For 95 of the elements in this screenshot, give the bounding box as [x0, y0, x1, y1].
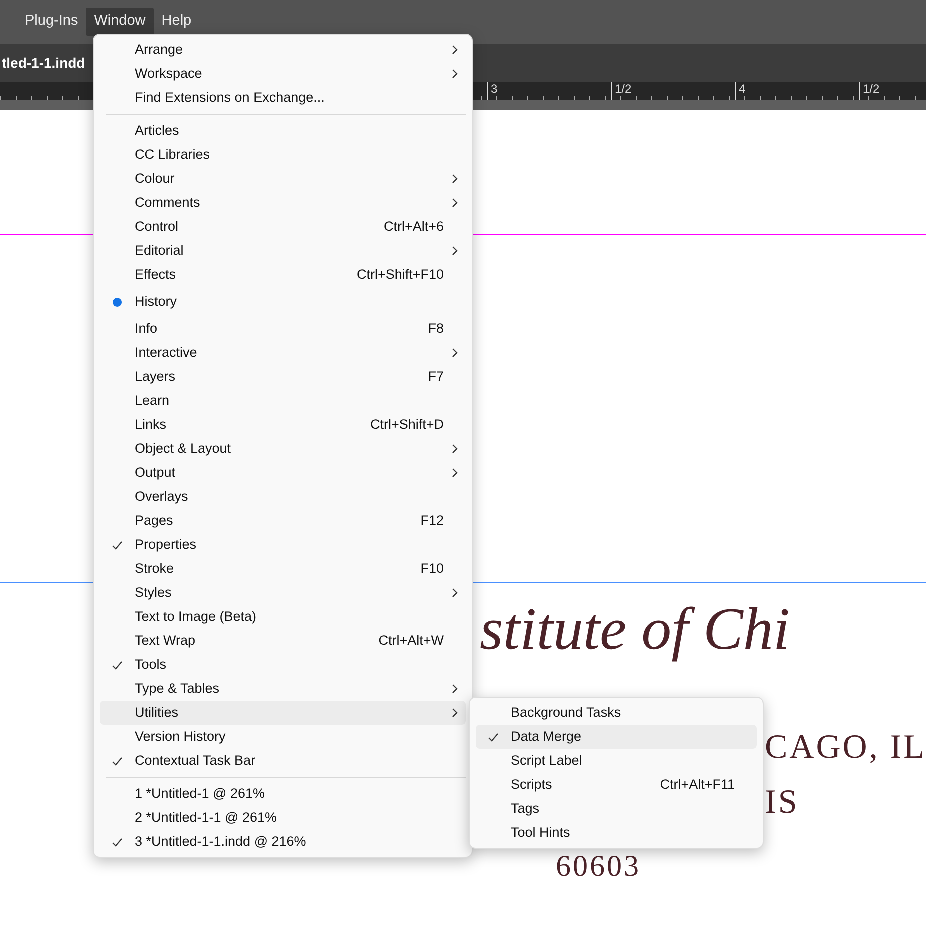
script-text: stitute of Chi	[480, 596, 790, 662]
menu-item-label: History	[135, 292, 178, 311]
zip-text: 60603	[556, 852, 641, 882]
shortcut-text: F12	[420, 512, 444, 530]
menu-item-label: Colour	[135, 170, 176, 188]
menu-item-label: Workspace	[135, 64, 204, 83]
menu-item-label: Background Tasks	[511, 704, 622, 722]
menu-item[interactable]: Colour	[100, 167, 466, 191]
menu-item[interactable]: Script Label	[476, 749, 757, 773]
menu-item[interactable]: Properties	[100, 533, 466, 557]
shortcut-text: Ctrl+Alt+F11	[660, 776, 735, 794]
menu-item[interactable]: Plug-Ins	[17, 8, 86, 36]
menu-item-label: Links	[135, 416, 168, 434]
menu-item[interactable]: Text Wrap Ctrl+Alt+W	[100, 629, 466, 653]
menu-item-label: Comments	[135, 194, 202, 212]
menu-item-label: Script Label	[511, 752, 584, 770]
menu-item[interactable]: Help	[154, 8, 200, 36]
menu-item-label: Output	[135, 464, 177, 482]
menu-item-label: Text Wrap	[135, 632, 197, 650]
shortcut-text: F10	[420, 560, 444, 578]
menu-item[interactable]: Styles	[100, 581, 466, 605]
menu-item[interactable]: Scripts Ctrl+Alt+F11	[476, 773, 757, 797]
document-tab[interactable]: tled-1-1.indd	[2, 52, 86, 74]
menu-item-label: Utilities	[135, 704, 180, 722]
address-text: CAGO, IL	[765, 728, 926, 768]
menu-item-label: Pages	[135, 512, 174, 530]
menu-item[interactable]: Tags	[476, 797, 757, 821]
shortcut-text: F7	[428, 368, 444, 386]
menu-item-label: Interactive	[135, 344, 198, 362]
menu-item[interactable]: Layers F7	[100, 365, 466, 389]
menu-item[interactable]: Workspace	[100, 62, 466, 86]
shortcut-text: Ctrl+Shift+F10	[356, 266, 444, 284]
menu-item-label: 3 *Untitled-1-1.indd @ 216%	[135, 832, 308, 851]
menu-item[interactable]: Editorial	[100, 239, 466, 263]
menu-item[interactable]: Data Merge	[476, 725, 757, 749]
menu-item[interactable]: Info F8	[100, 317, 466, 341]
menu-item[interactable]: Output	[100, 461, 466, 485]
menu-item[interactable]: Articles	[100, 119, 466, 143]
menu-item[interactable]: Background Tasks	[476, 701, 757, 725]
menu-item-label: CC Libraries	[135, 146, 212, 164]
menu-item[interactable]: Tool Hints	[476, 821, 757, 845]
menu-item-label: 1 *Untitled-1 @ 261%	[135, 784, 266, 803]
menu-item-label: Tool Hints	[511, 824, 572, 842]
menu-item[interactable]: Learn	[100, 389, 466, 413]
menu-item[interactable]: Interactive	[100, 341, 466, 365]
menu-item-label: Articles	[135, 122, 180, 140]
menu-item[interactable]: Stroke F10	[100, 557, 466, 581]
menu-item-label: Learn	[135, 392, 171, 410]
menu-item-label: 2 *Untitled-1-1 @ 261%	[135, 808, 278, 827]
menu-item-label: Effects	[135, 266, 178, 284]
menu-item[interactable]: Window	[86, 8, 154, 36]
menu-item-label: Find Extensions on Exchange...	[135, 88, 326, 107]
menu-item[interactable]: Tools	[100, 653, 466, 677]
menu-item[interactable]: Find Extensions on Exchange...	[100, 86, 466, 110]
shortcut-text: Ctrl+Alt+W	[378, 632, 444, 650]
menu-item-label: Overlays	[135, 488, 190, 506]
menu-item[interactable]: 1 *Untitled-1 @ 261%	[100, 782, 466, 806]
menu-item-label: Tags	[511, 800, 541, 818]
menu-item[interactable]: CC Libraries	[100, 143, 466, 167]
menu-item-label: Info	[135, 320, 159, 338]
menu-item[interactable]: Arrange	[100, 38, 466, 62]
menu-item[interactable]: 2 *Untitled-1-1 @ 261%	[100, 806, 466, 830]
menu-item-label: Control	[135, 218, 180, 236]
menu-item[interactable]: Effects Ctrl+Shift+F10	[100, 263, 466, 287]
menu-item-label: Contextual Task Bar	[135, 752, 257, 770]
menu-item[interactable]: Pages F12	[100, 509, 466, 533]
address-text: IS	[765, 783, 800, 823]
menu-item-label: Editorial	[135, 242, 185, 260]
menu-item-label: Type & Tables	[135, 680, 221, 698]
menu-item[interactable]: Utilities	[100, 701, 466, 725]
menu-item[interactable]: Contextual Task Bar	[100, 749, 466, 773]
menu-item[interactable]: Links Ctrl+Shift+D	[100, 413, 466, 437]
menu-item-label: Properties	[135, 536, 198, 554]
menu-item[interactable]: Comments	[100, 191, 466, 215]
menu-item-label: Data Merge	[511, 728, 583, 746]
menu-item-label: Arrange	[135, 40, 184, 59]
menu-item-label: Scripts	[511, 776, 554, 794]
shortcut-text: Ctrl+Shift+D	[370, 416, 444, 434]
menu-item-label: Version History	[135, 728, 227, 746]
menu-item[interactable]: 3 *Untitled-1-1.indd @ 216%	[100, 830, 466, 854]
shortcut-text: Ctrl+Alt+6	[384, 218, 444, 236]
menu-item[interactable]: Object & Layout	[100, 437, 466, 461]
menu-item[interactable]: Control Ctrl+Alt+6	[100, 215, 466, 239]
menu-item-label: Stroke	[135, 560, 176, 578]
menu-item-label: Text to Image (Beta)	[135, 608, 258, 626]
shortcut-text: F8	[428, 320, 444, 338]
menu-item-label: Object & Layout	[135, 440, 232, 458]
menu-item[interactable]: History	[100, 287, 466, 317]
menu-item[interactable]: Text to Image (Beta)	[100, 605, 466, 629]
menu-item-label: Layers	[135, 368, 177, 386]
menu-item[interactable]: Type & Tables	[100, 677, 466, 701]
menu-item-label: Styles	[135, 584, 173, 602]
menu-item-label: Tools	[135, 656, 168, 674]
menu-item[interactable]: Version History	[100, 725, 466, 749]
menu-item[interactable]: Overlays	[100, 485, 466, 509]
